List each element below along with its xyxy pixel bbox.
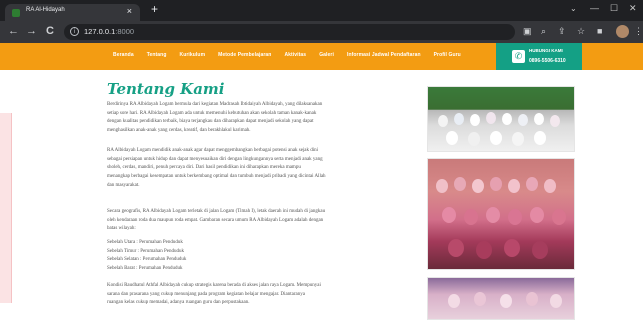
text-line: menangkap berbagai kesempatan untuk berk… [107, 174, 326, 180]
boundary-south: Sebelah Selatan : Perumahan Penduduk [107, 257, 187, 263]
boundary-list: Sebelah Utara : Perumahan Penduduk Sebel… [107, 239, 413, 274]
nav-link-beranda[interactable]: Beranda [113, 52, 134, 58]
url-port: :8000 [115, 27, 135, 36]
browser-tab[interactable]: RA Al-Hidayah × [5, 4, 140, 21]
zoom-icon[interactable]: ⌕ [541, 26, 546, 37]
translate-icon[interactable]: ▣ [523, 26, 532, 37]
maximize-button[interactable]: ☐ [610, 3, 618, 14]
nav-link-tentang[interactable]: Tentang [147, 52, 167, 58]
tab-close-icon[interactable]: × [127, 6, 132, 16]
side-panel-icon[interactable]: ■ [597, 26, 602, 37]
url-host: 127.0.0.1 [84, 27, 116, 36]
photo-group-indoor [427, 158, 575, 270]
section-title: Tentang Kami [107, 80, 225, 98]
about-paragraph-5: Kondisi Raudhatul Athfal Albidayah cukup… [107, 282, 413, 308]
browser-toolbar: ← → C i 127.0.0.1:8000 ▣ ⌕ ⇪ ☆ ■ ⋮ [0, 21, 643, 43]
nav-link-metode-pembelajaran[interactable]: Metode Pembelajaran [218, 52, 271, 58]
text-line: menghasilkan anak-anak yang cerdas, krea… [107, 128, 251, 134]
nav-link-aktivitas[interactable]: Aktivitas [284, 52, 306, 58]
tab-title: RA Al-Hidayah [26, 7, 65, 13]
text-line: dengan kualitas pendidikan terbaik, biay… [107, 119, 314, 125]
nav-link-galeri[interactable]: Galeri [319, 52, 334, 58]
phone-icon: ✆ [512, 50, 525, 63]
browser-tab-strip: RA Al-Hidayah × + ⌄ — ☐ ✕ [0, 0, 643, 21]
text-line: batas wilayah: [107, 226, 136, 232]
favicon-icon [12, 9, 20, 17]
text-line: Secara geografis, RA Albidayah Logam ter… [107, 209, 326, 214]
nav-link-profil-guru[interactable]: Profil Guru [434, 52, 461, 58]
text-line: ruangan kelas cukup memadai, adanya ruan… [107, 300, 250, 306]
about-paragraph-2: RA Albidayah Logam mendidik anak-anak ag… [107, 147, 413, 191]
text-line: Kondisi Raudhatul Athfal Albidayah cukup… [107, 283, 321, 288]
new-tab-button[interactable]: + [151, 3, 158, 15]
tab-search-icon[interactable]: ⌄ [570, 4, 577, 13]
address-bar[interactable]: i 127.0.0.1:8000 [64, 24, 515, 40]
about-paragraph-3: Secara geografis, RA Albidayah Logam ter… [107, 208, 413, 234]
text-line: sholeh, cerdas, mandiri, penuh percaya d… [107, 165, 301, 171]
left-edge-panel [0, 113, 12, 303]
contact-label: HUBUNGI KAMI [529, 48, 563, 53]
site-info-icon[interactable]: i [70, 27, 79, 36]
photo-group-classroom [427, 277, 575, 320]
contact-button[interactable]: ✆ HUBUNGI KAMI 0896-5506-6310 [496, 43, 582, 70]
text-line: sarana dan prasarana yang cukup menunjan… [107, 291, 305, 297]
back-button[interactable]: ← [8, 25, 19, 38]
text-line: dan masyarakat. [107, 182, 140, 188]
forward-button[interactable]: → [26, 25, 37, 38]
profile-avatar[interactable] [616, 25, 629, 38]
boundary-east: Sebelah Timur : Perumahan Penduduk [107, 248, 184, 254]
text-line: setiap sore hari. RA Albidayah Logam ada… [107, 110, 317, 116]
bookmark-star-icon[interactable]: ☆ [577, 26, 585, 37]
contact-phone: 0896-5506-6310 [529, 58, 566, 64]
browser-menu-icon[interactable]: ⋮ [634, 26, 643, 37]
boundary-north: Sebelah Utara : Perumahan Penduduk [107, 240, 183, 245]
photo-group-outdoor [427, 86, 575, 152]
url-text: 127.0.0.1:8000 [84, 27, 134, 36]
text-line: Berdirinya RA Albidayah Logam bermula da… [107, 102, 323, 107]
boundary-west: Sebelah Barat : Perumahan Penduduk [107, 266, 183, 272]
nav-link-jadwal-pendaftaran[interactable]: Informasi Jadwal Pendaftaran [347, 52, 421, 58]
text-line: RA Albidayah Logam mendidik anak-anak ag… [107, 148, 319, 153]
share-icon[interactable]: ⇪ [558, 26, 566, 37]
text-line: oleh kendaraan roda dua maupun roda empa… [107, 217, 324, 223]
text-line: sebagai persiapan untuk hidup dan dapat … [107, 156, 323, 162]
nav-link-kurikulum[interactable]: Kurikulum [180, 52, 206, 58]
reload-button[interactable]: C [46, 25, 54, 38]
about-paragraph-1: Berdirinya RA Albidayah Logam bermula da… [107, 101, 413, 136]
minimize-button[interactable]: — [590, 3, 599, 14]
window-close-button[interactable]: ✕ [629, 3, 637, 14]
nav-links: Beranda Tentang Kurikulum Metode Pembela… [113, 52, 461, 58]
